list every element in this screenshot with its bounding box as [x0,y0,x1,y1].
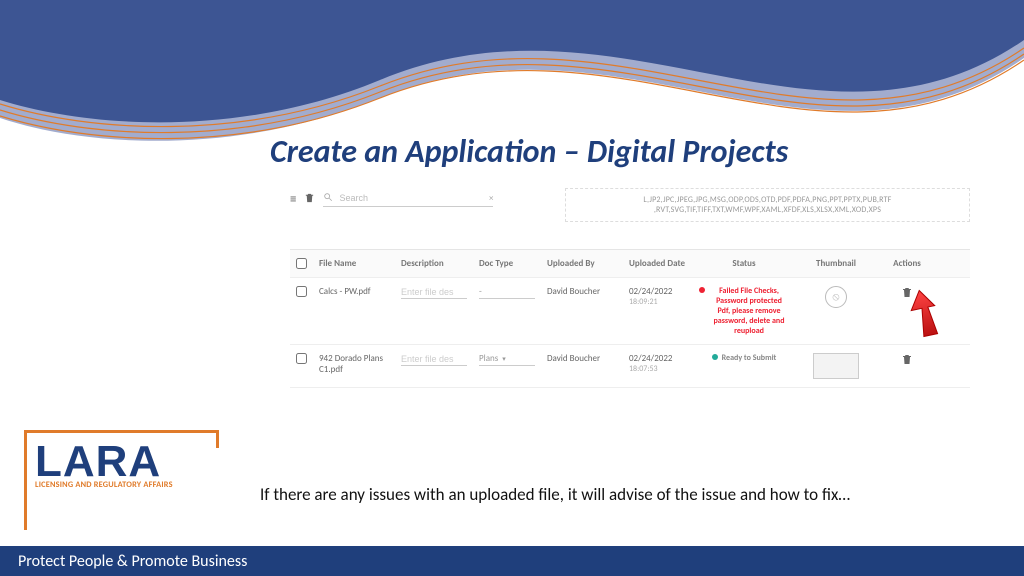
col-doc-type: Doc Type [473,250,541,277]
col-thumbnail: Thumbnail [795,250,877,277]
doc-type-select[interactable]: - [479,286,535,299]
menu-icon[interactable]: ≡ [290,192,296,207]
col-uploaded-date: Uploaded Date [623,250,693,277]
footer-bar: Protect People & Promote Business [0,546,1024,576]
page-title: Create an Application – Digital Projects [270,132,984,171]
files-table: File Name Description Doc Type Uploaded … [290,249,970,388]
time-value: 18:07:53 [629,364,687,374]
search-icon [323,192,333,205]
col-status: Status [693,250,795,277]
chevron-down-icon: ▾ [502,354,506,363]
accepted-filetypes: L,JP2,JPC,JPEG,JPG,MSG,ODP,ODS,OTD,PDF,P… [565,188,970,222]
file-upload-panel: L,JP2,JPC,JPEG,JPG,MSG,ODP,ODS,OTD,PDF,P… [290,188,970,388]
delete-file-button[interactable] [901,353,913,369]
description-input[interactable] [401,286,467,299]
col-description: Description [395,250,473,277]
row-checkbox[interactable] [296,286,307,297]
date-value: 02/24/2022 [629,353,687,364]
col-file-name: File Name [313,250,395,277]
uploaded-date: 02/24/2022 18:09:21 [623,278,693,344]
delete-file-button[interactable] [901,286,913,302]
filetypes-line: L,JP2,JPC,JPEG,JPG,MSG,ODP,ODS,OTD,PDF,P… [643,195,891,205]
file-name: Calcs - PW.pdf [313,278,395,344]
clear-search-icon[interactable]: × [489,193,493,204]
time-value: 18:09:21 [629,297,687,307]
status-dot-icon [712,354,718,360]
footer-text: Protect People & Promote Business [18,552,247,571]
doc-type-value: - [479,286,482,297]
table-row: Calcs - PW.pdf - David Boucher 02/24/202… [290,278,970,345]
logo-subtitle: LICENSING AND REGULATORY AFFAIRS [35,480,216,490]
search-field[interactable]: × [323,192,493,207]
col-uploaded-by: Uploaded By [541,250,623,277]
table-header-row: File Name Description Doc Type Uploaded … [290,250,970,278]
file-name: 942 Dorado Plans C1.pdf [313,345,395,387]
doc-type-select[interactable]: Plans ▾ [479,353,535,366]
file-thumbnail[interactable] [813,353,859,379]
date-value: 02/24/2022 [629,286,687,297]
status-cell: Ready to Submit [693,345,795,387]
uploader: David Boucher [541,278,623,344]
filetypes-line: ,RVT,SVG,TIF,TIFF,TXT,WMF,WPF,XAML,XFDF,… [654,205,881,215]
doc-type-value: Plans [479,353,498,364]
status-text: Failed File Checks, Password protected P… [709,286,789,336]
uploader: David Boucher [541,345,623,387]
status-cell: Failed File Checks, Password protected P… [693,278,795,344]
uploaded-date: 02/24/2022 18:07:53 [623,345,693,387]
logo-main-text: LARA [35,443,216,480]
no-thumbnail-icon: ⦸ [825,286,847,308]
explainer-text: If there are any issues with an uploaded… [260,484,850,505]
status-dot-icon [699,287,705,293]
table-row: 942 Dorado Plans C1.pdf Plans ▾ David Bou… [290,345,970,388]
lara-logo: LARA LICENSING AND REGULATORY AFFAIRS [24,430,216,530]
status-text: Ready to Submit [722,353,777,363]
delete-selected-button[interactable] [304,192,315,207]
select-all-checkbox[interactable] [296,258,307,269]
row-checkbox[interactable] [296,353,307,364]
col-actions: Actions [877,250,937,277]
search-input[interactable] [325,192,491,204]
description-input[interactable] [401,353,467,366]
